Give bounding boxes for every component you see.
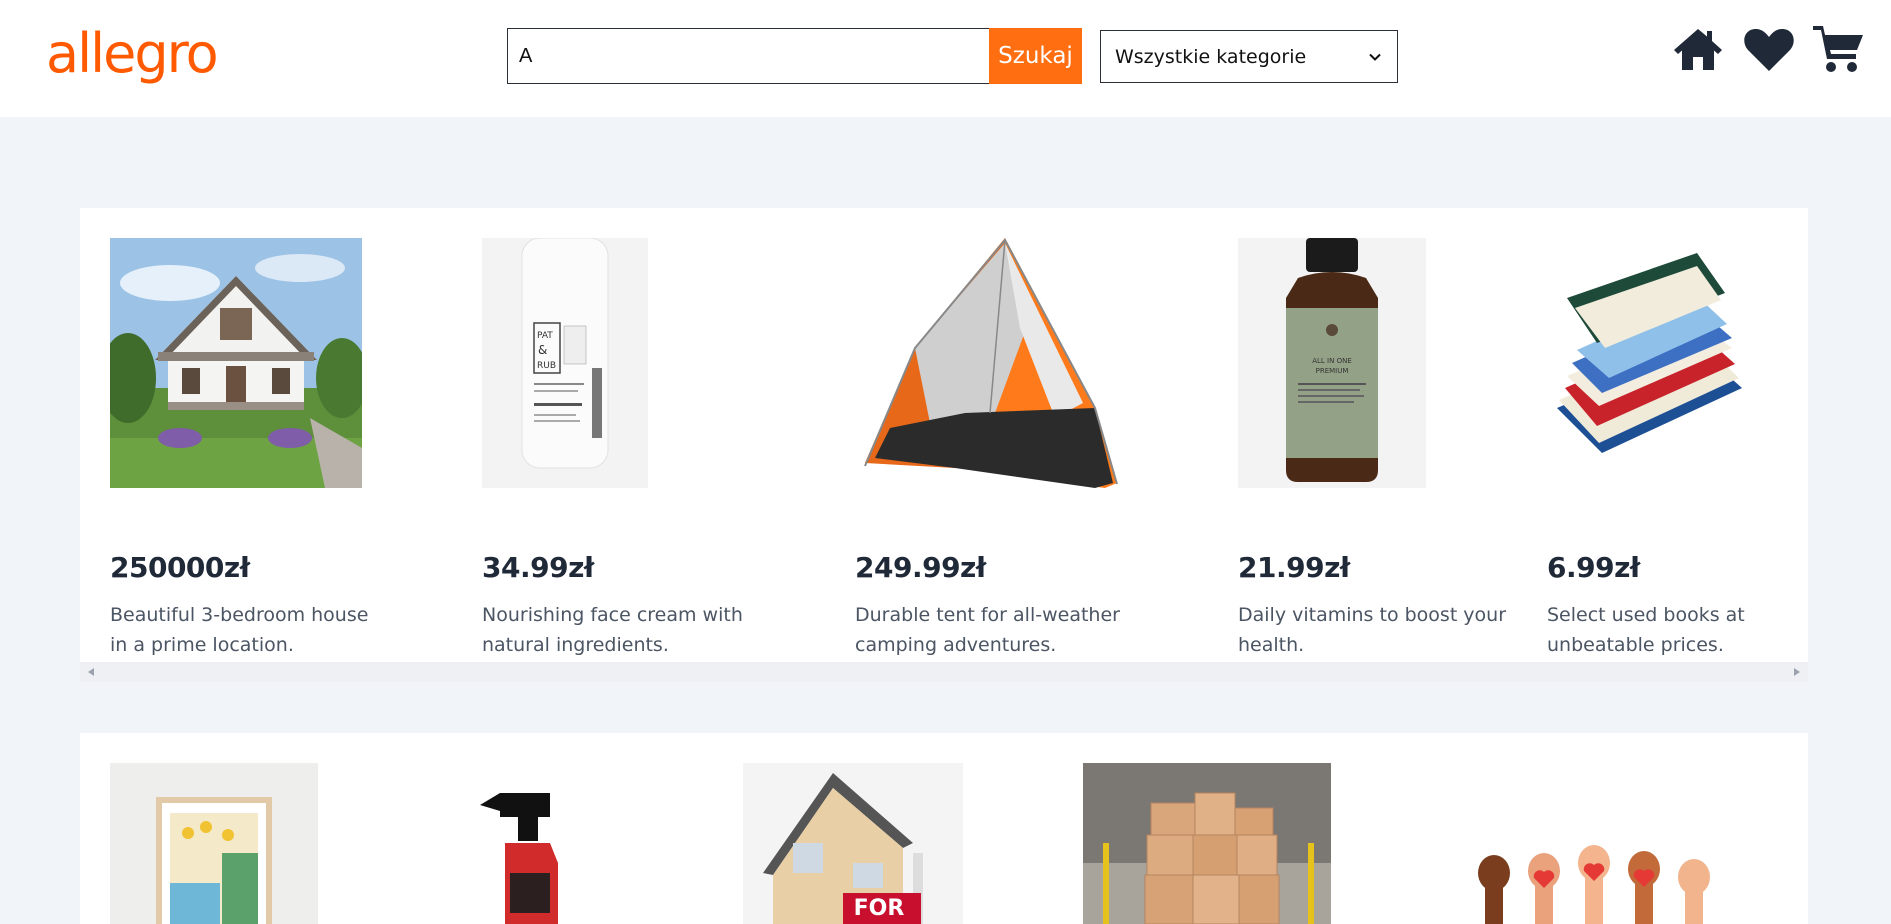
raised-hands-hearts-photo[interactable] <box>1445 763 1745 924</box>
face-cream-photo: PAT & RUB <box>482 238 648 488</box>
chevron-down-icon <box>1369 53 1381 61</box>
search-bar: Szukaj <box>507 28 1082 84</box>
product-price: 250000zł <box>110 551 250 584</box>
product-price: 34.99zł <box>482 551 594 584</box>
horizontal-scrollbar[interactable] <box>80 662 1808 682</box>
tent-photo <box>855 238 1119 488</box>
home-icon[interactable] <box>1672 26 1724 72</box>
svg-text:ALL IN ONE: ALL IN ONE <box>1312 357 1352 365</box>
product-description: Nourishing face cream with natural ingre… <box>482 604 743 656</box>
svg-text:RUB: RUB <box>537 361 556 371</box>
product-description: Daily vitamins to boost your health. <box>1238 604 1507 656</box>
house-for-sale-photo[interactable]: FOR <box>743 763 963 924</box>
for-sale-sign-text: FOR <box>854 896 905 921</box>
svg-text:PAT: PAT <box>537 331 553 341</box>
cart-icon[interactable] <box>1812 26 1864 74</box>
scroll-right-icon[interactable] <box>1794 668 1800 676</box>
spray-bottle-photo[interactable] <box>460 763 600 924</box>
svg-text:PREMIUM: PREMIUM <box>1316 367 1349 375</box>
product-price: 249.99zł <box>855 551 986 584</box>
scroll-left-icon[interactable] <box>88 668 94 676</box>
allegro-logo[interactable]: allegro <box>46 14 219 94</box>
search-button[interactable]: Szukaj <box>989 28 1082 84</box>
framed-poster-photo[interactable] <box>110 763 318 924</box>
product-price: 21.99zł <box>1238 551 1350 584</box>
product-description: Select used books at unbeatable prices. <box>1547 604 1745 656</box>
category-select[interactable]: Wszystkie kategorie <box>1100 30 1398 83</box>
heart-icon[interactable] <box>1743 26 1795 72</box>
product-description: Durable tent for all-weather camping adv… <box>855 604 1120 656</box>
product-description: Beautiful 3-bedroom house in a prime loc… <box>110 604 369 656</box>
product-carousel-1: 250000zł Beautiful 3-bedroom house in a … <box>80 208 1808 662</box>
top-header: allegro Szukaj Wszystkie kategorie <box>0 0 1891 117</box>
house-photo <box>110 238 362 488</box>
vitamins-bottle-photo: ALL IN ONE PREMIUM <box>1238 238 1426 488</box>
books-stack-photo <box>1547 238 1747 488</box>
cardboard-boxes-photo[interactable] <box>1083 763 1331 924</box>
search-input[interactable] <box>507 28 989 84</box>
category-selected-label: Wszystkie kategorie <box>1115 45 1307 68</box>
svg-text:&: & <box>538 343 547 357</box>
product-price: 6.99zł <box>1547 551 1640 584</box>
product-carousel-2: FOR <box>80 733 1808 924</box>
